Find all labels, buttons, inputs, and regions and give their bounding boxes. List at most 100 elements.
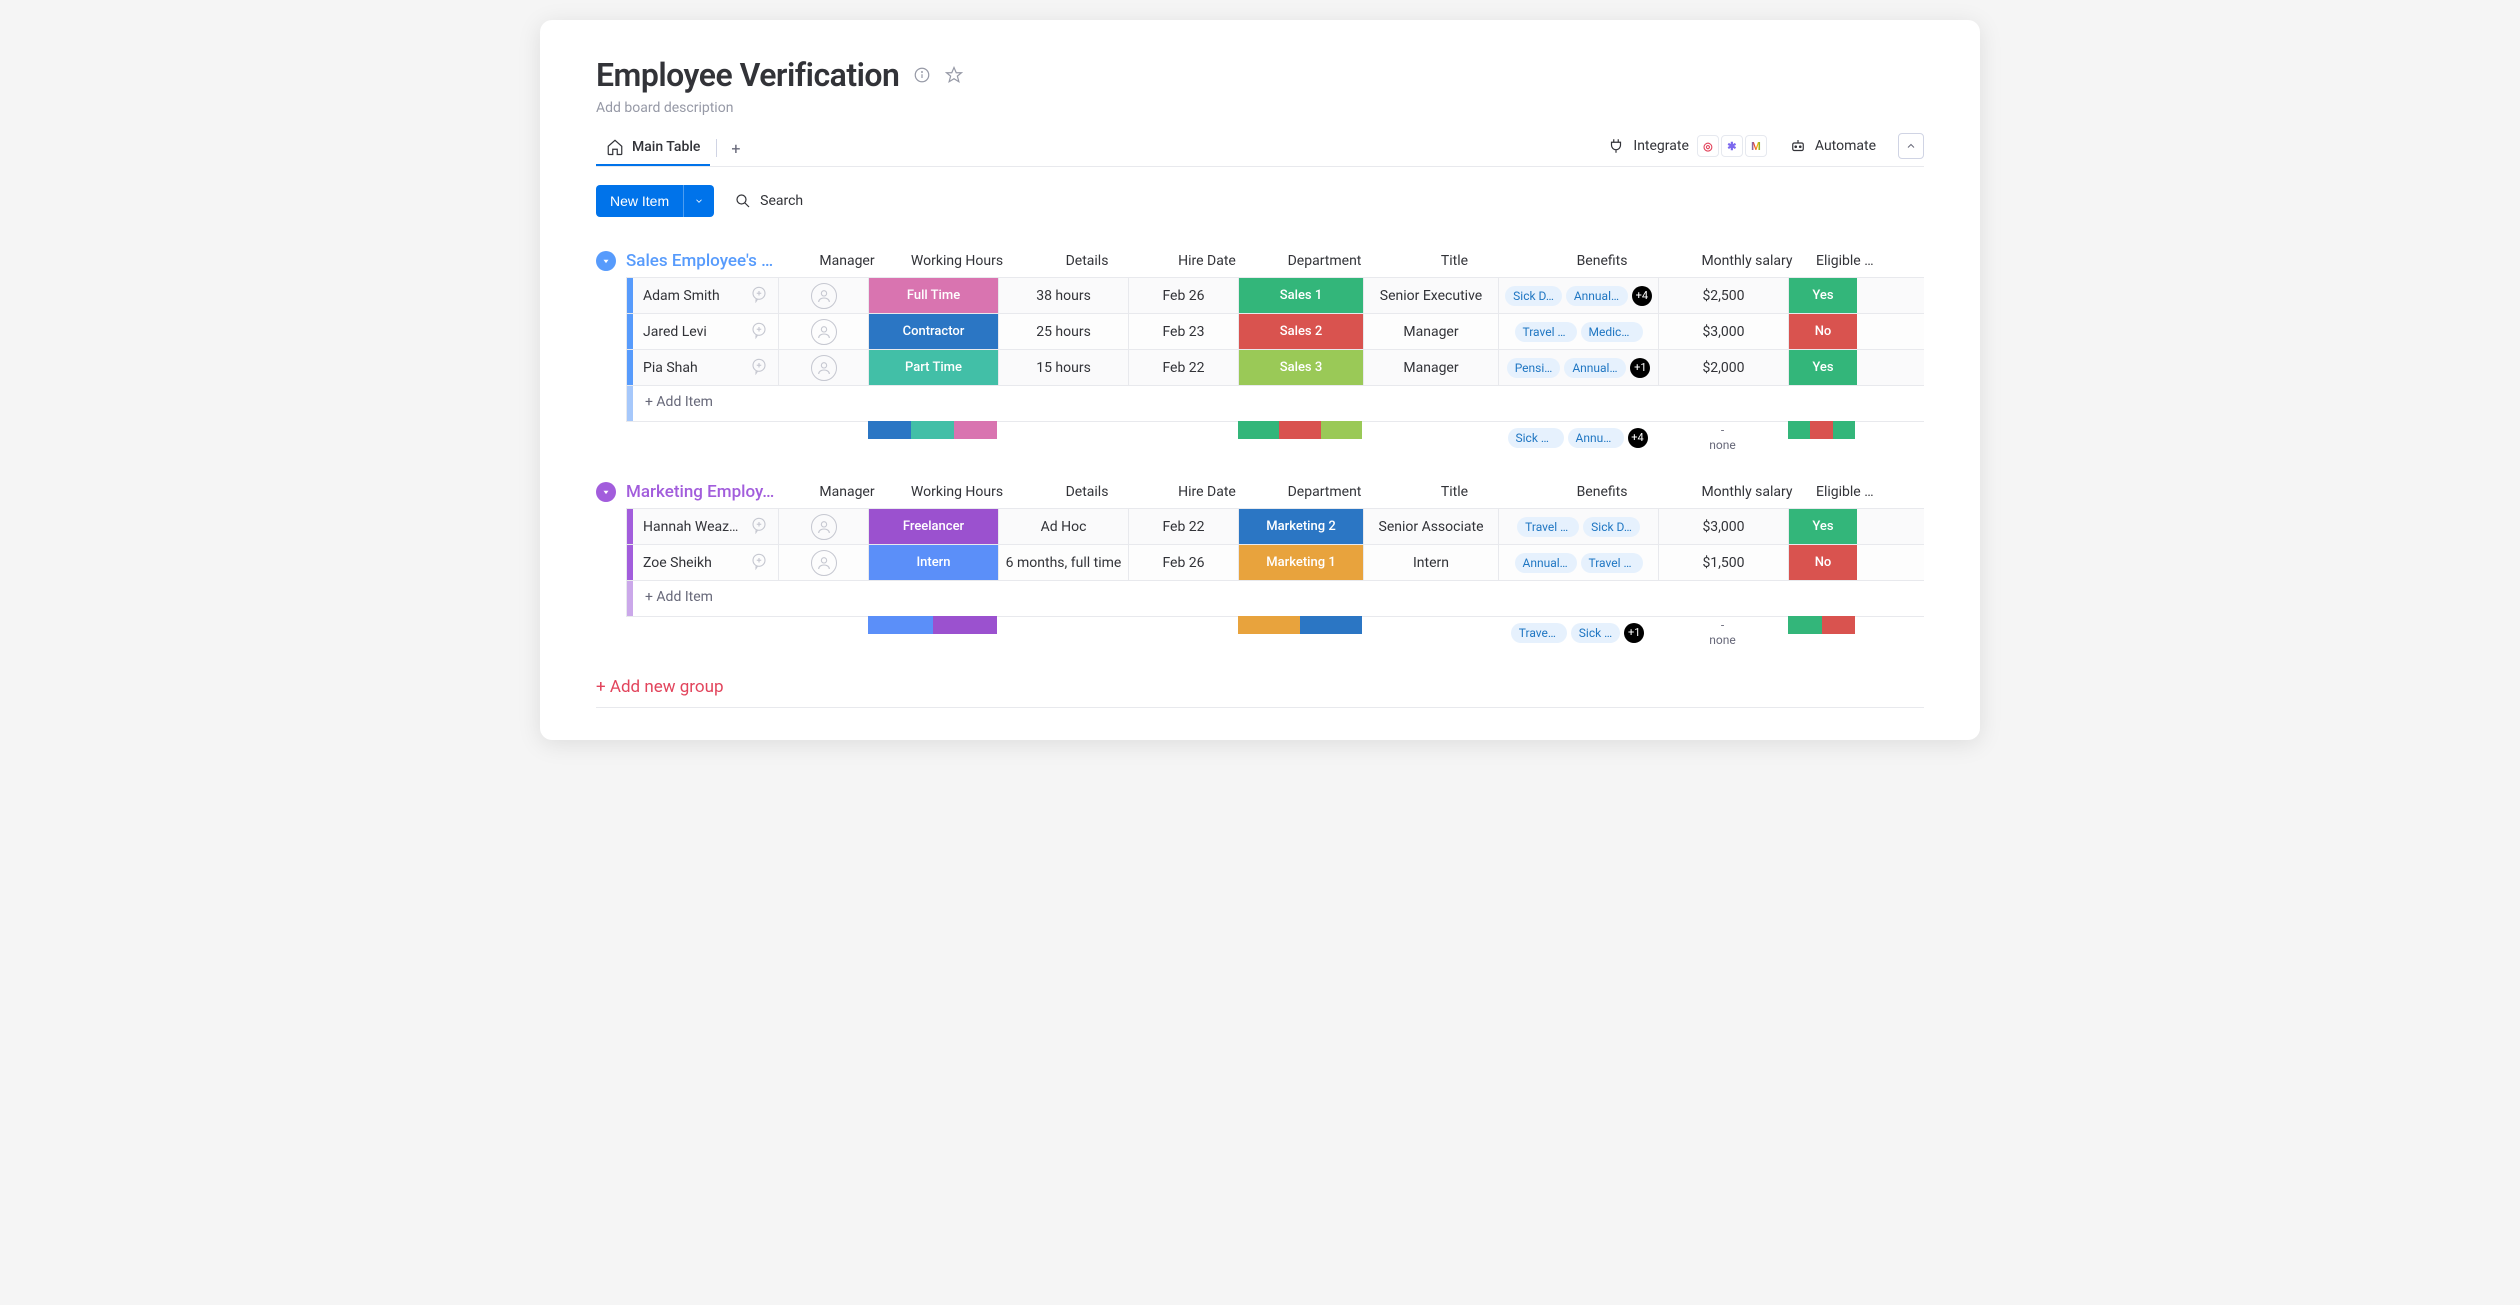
salary-cell[interactable]: $2,000 bbox=[1659, 350, 1789, 385]
group-toggle[interactable] bbox=[596, 251, 616, 271]
benefit-chip[interactable]: Travel Allo… bbox=[1511, 623, 1567, 643]
benefit-chip[interactable]: Annual … bbox=[1515, 553, 1577, 573]
add-item-row[interactable]: + Add Item bbox=[627, 580, 1924, 616]
benefit-chip[interactable]: Sick D… bbox=[1508, 428, 1564, 448]
item-name-cell[interactable]: Zoe Sheikh bbox=[633, 545, 779, 580]
comment-icon[interactable] bbox=[750, 285, 768, 307]
add-item-row[interactable]: + Add Item bbox=[627, 385, 1924, 421]
column-header-eligible[interactable]: Eligible f… bbox=[1812, 476, 1880, 508]
info-icon[interactable] bbox=[913, 66, 931, 84]
working-hours-cell[interactable]: Full Time bbox=[869, 278, 999, 313]
column-header-department[interactable]: Department bbox=[1262, 476, 1387, 508]
benefit-more[interactable]: +1 bbox=[1624, 623, 1644, 643]
department-cell[interactable]: Sales 1 bbox=[1239, 278, 1364, 313]
column-header-eligible[interactable]: Eligible f… bbox=[1812, 245, 1880, 277]
department-cell[interactable]: Sales 2 bbox=[1239, 314, 1364, 349]
collapse-header-button[interactable] bbox=[1898, 133, 1924, 159]
benefits-cell[interactable]: Annual …Travel Allo… bbox=[1499, 545, 1659, 580]
working-hours-cell[interactable]: Freelancer bbox=[869, 509, 999, 544]
benefits-cell[interactable]: Pensi…Annual Le…+1 bbox=[1499, 350, 1659, 385]
benefit-more[interactable]: +4 bbox=[1628, 428, 1648, 448]
column-header-manager[interactable]: Manager bbox=[802, 476, 892, 508]
department-cell[interactable]: Marketing 2 bbox=[1239, 509, 1364, 544]
title-cell[interactable]: Intern bbox=[1364, 545, 1499, 580]
details-cell[interactable]: 38 hours bbox=[999, 278, 1129, 313]
group-title[interactable]: Sales Employee's … bbox=[626, 251, 802, 271]
star-icon[interactable] bbox=[945, 66, 963, 84]
table-row[interactable]: Adam SmithFull Time38 hoursFeb 26Sales 1… bbox=[627, 277, 1924, 313]
new-item-button[interactable]: New Item bbox=[596, 185, 683, 217]
column-header-monthly_salary[interactable]: Monthly salary bbox=[1682, 245, 1812, 277]
title-cell[interactable]: Manager bbox=[1364, 314, 1499, 349]
person-avatar[interactable] bbox=[811, 550, 837, 576]
integrate-button[interactable]: Integrate ◎ ✱ M bbox=[1607, 135, 1767, 157]
details-cell[interactable]: 6 months, full time bbox=[999, 545, 1129, 580]
benefit-more[interactable]: +4 bbox=[1632, 286, 1652, 306]
table-row[interactable]: Pia Shah Part Time15 hoursFeb 22Sales 3Ma… bbox=[627, 349, 1924, 385]
table-row[interactable]: Jared LeviContractor25 hoursFeb 23Sales … bbox=[627, 313, 1924, 349]
benefit-chip[interactable]: Travel Allow… bbox=[1517, 517, 1579, 537]
person-avatar[interactable] bbox=[811, 319, 837, 345]
tab-main-table[interactable]: Main Table bbox=[596, 130, 710, 166]
benefit-chip[interactable]: Pensi… bbox=[1507, 358, 1561, 378]
department-cell[interactable]: Sales 3 bbox=[1239, 350, 1364, 385]
column-header-benefits[interactable]: Benefits bbox=[1522, 476, 1682, 508]
working-hours-cell[interactable]: Intern bbox=[869, 545, 999, 580]
column-header-manager[interactable]: Manager bbox=[802, 245, 892, 277]
benefit-chip[interactable]: Travel All… bbox=[1515, 322, 1577, 342]
table-row[interactable]: Hannah Weaz…FreelancerAd HocFeb 22Market… bbox=[627, 508, 1924, 544]
column-header-details[interactable]: Details bbox=[1022, 476, 1152, 508]
column-header-hire_date[interactable]: Hire Date bbox=[1152, 476, 1262, 508]
hire-date-cell[interactable]: Feb 26 bbox=[1129, 545, 1239, 580]
add-tab-button[interactable]: + bbox=[723, 135, 748, 162]
hire-date-cell[interactable]: Feb 22 bbox=[1129, 350, 1239, 385]
title-cell[interactable]: Senior Executive bbox=[1364, 278, 1499, 313]
eligible-cell[interactable]: Yes bbox=[1789, 278, 1857, 313]
department-cell[interactable]: Marketing 1 bbox=[1239, 545, 1364, 580]
eligible-cell[interactable]: Yes bbox=[1789, 509, 1857, 544]
person-avatar[interactable] bbox=[811, 355, 837, 381]
benefits-cell[interactable]: Travel All…Medical … bbox=[1499, 314, 1659, 349]
board-description[interactable]: Add board description bbox=[596, 100, 1924, 116]
details-cell[interactable]: 25 hours bbox=[999, 314, 1129, 349]
column-header-monthly_salary[interactable]: Monthly salary bbox=[1682, 476, 1812, 508]
working-hours-cell[interactable]: Contractor bbox=[869, 314, 999, 349]
comment-icon[interactable] bbox=[750, 516, 768, 538]
column-header-title[interactable]: Title bbox=[1387, 245, 1522, 277]
manager-cell[interactable] bbox=[779, 314, 869, 349]
column-header-benefits[interactable]: Benefits bbox=[1522, 245, 1682, 277]
benefit-chip[interactable]: Sick D… bbox=[1583, 517, 1640, 537]
details-cell[interactable]: 15 hours bbox=[999, 350, 1129, 385]
eligible-cell[interactable]: No bbox=[1789, 314, 1857, 349]
hire-date-cell[interactable]: Feb 23 bbox=[1129, 314, 1239, 349]
table-row[interactable]: Zoe SheikhIntern6 months, full timeFeb 2… bbox=[627, 544, 1924, 580]
add-new-group-button[interactable]: + Add new group bbox=[596, 677, 724, 697]
group-toggle[interactable] bbox=[596, 482, 616, 502]
automate-button[interactable]: Automate bbox=[1789, 137, 1876, 155]
details-cell[interactable]: Ad Hoc bbox=[999, 509, 1129, 544]
column-header-hire_date[interactable]: Hire Date bbox=[1152, 245, 1262, 277]
salary-cell[interactable]: $3,000 bbox=[1659, 509, 1789, 544]
comment-icon[interactable] bbox=[750, 357, 768, 379]
benefit-more[interactable]: +1 bbox=[1630, 358, 1650, 378]
column-header-working_hours[interactable]: Working Hours bbox=[892, 476, 1022, 508]
column-header-working_hours[interactable]: Working Hours bbox=[892, 245, 1022, 277]
manager-cell[interactable] bbox=[779, 509, 869, 544]
salary-cell[interactable]: $2,500 bbox=[1659, 278, 1789, 313]
manager-cell[interactable] bbox=[779, 350, 869, 385]
salary-cell[interactable]: $1,500 bbox=[1659, 545, 1789, 580]
benefit-chip[interactable]: Annual L… bbox=[1568, 428, 1624, 448]
item-name-cell[interactable]: Pia Shah bbox=[633, 350, 779, 385]
column-header-details[interactable]: Details bbox=[1022, 245, 1152, 277]
title-cell[interactable]: Manager bbox=[1364, 350, 1499, 385]
benefits-cell[interactable]: Travel Allow…Sick D… bbox=[1499, 509, 1659, 544]
benefit-chip[interactable]: Sick D… bbox=[1505, 286, 1562, 306]
column-header-title[interactable]: Title bbox=[1387, 476, 1522, 508]
salary-cell[interactable]: $3,000 bbox=[1659, 314, 1789, 349]
person-avatar[interactable] bbox=[811, 514, 837, 540]
comment-icon[interactable] bbox=[750, 552, 768, 574]
eligible-cell[interactable]: Yes bbox=[1789, 350, 1857, 385]
working-hours-cell[interactable]: Part Time bbox=[869, 350, 999, 385]
benefit-chip[interactable]: Sick … bbox=[1571, 623, 1620, 643]
eligible-cell[interactable]: No bbox=[1789, 545, 1857, 580]
